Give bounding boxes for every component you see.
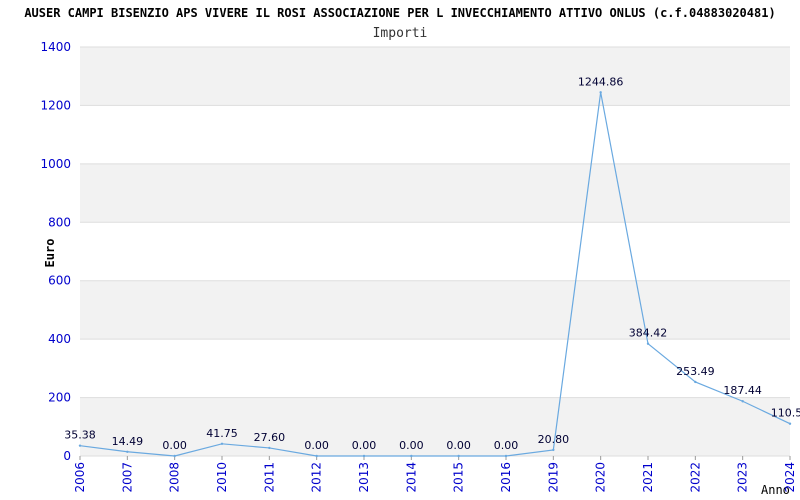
x-axis-ticks: 2006 2007 2008 2010 2011 2012 2013 2014 2015 2016… (73, 462, 797, 493)
data-label: 35.38 (64, 429, 96, 442)
data-point (504, 454, 508, 458)
data-point (315, 454, 318, 458)
data-point (268, 446, 271, 450)
data-label: 27.60 (254, 431, 286, 444)
x-tick-label: 2014 (404, 462, 418, 493)
x-tick-label: 2024 (783, 462, 797, 493)
data-point (78, 444, 82, 447)
x-tick-label: 2008 (168, 462, 182, 493)
data-label: 253.49 (676, 365, 715, 378)
y-tick-label: 800 (48, 215, 71, 229)
data-label: 0.00 (352, 439, 377, 452)
data-label: 41.75 (206, 427, 238, 440)
x-tick-label: 2019 (546, 462, 560, 493)
data-point (552, 448, 555, 452)
grid-band (80, 280, 790, 340)
y-tick-label: 1200 (40, 98, 71, 112)
grid-band (80, 163, 790, 223)
x-tick-label: 2007 (120, 462, 134, 493)
x-tick-label: 2010 (215, 462, 229, 493)
grid-lines (79, 46, 791, 460)
line-chart: AUSER CAMPI BISENZIO APS VIVERE IL ROSI … (24, 6, 800, 497)
y-tick-label: 200 (48, 391, 71, 405)
x-tick-label: 2012 (310, 462, 324, 493)
y-tick-label: 600 (48, 274, 71, 288)
data-label: 0.00 (399, 439, 424, 452)
data-point (220, 442, 224, 446)
data-point (646, 342, 650, 345)
chart-title: AUSER CAMPI BISENZIO APS VIVERE IL ROSI … (24, 6, 775, 20)
data-point (599, 91, 602, 94)
x-tick-label: 2015 (452, 462, 466, 493)
data-labels: 35.38 14.49 0.00 41.75 27.60 0.00 0.00 0.00 0.00… (64, 75, 800, 452)
y-tick-label: 0 (63, 449, 71, 463)
x-tick-label: 2023 (736, 462, 750, 493)
x-tick-label: 2021 (641, 462, 655, 493)
data-label: 0.00 (446, 439, 471, 452)
data-label: 187.44 (723, 384, 762, 397)
data-point (457, 454, 460, 458)
x-tick-label: 2020 (594, 462, 608, 493)
data-point (126, 450, 129, 453)
data-point (173, 454, 176, 458)
y-tick-label: 1000 (40, 157, 71, 171)
x-tick-label: 2016 (499, 462, 513, 493)
x-tick-label: 2006 (73, 462, 87, 493)
data-point (362, 454, 366, 458)
background-bands (80, 47, 790, 456)
data-point (788, 422, 792, 425)
x-tick-label: 2013 (357, 462, 371, 493)
data-label: 0.00 (494, 439, 519, 452)
y-tick-label: 400 (48, 332, 71, 346)
y-axis-label: Euro (43, 239, 57, 268)
data-point (741, 400, 744, 403)
data-point (694, 380, 697, 384)
data-label: 0.00 (304, 439, 329, 452)
chart-subtitle: Importi (373, 26, 428, 41)
data-label: 384.42 (629, 327, 668, 340)
data-label: 0.00 (162, 439, 187, 452)
grid-band (80, 47, 790, 106)
x-tick-label: 2011 (262, 462, 276, 493)
y-tick-label: 1400 (40, 40, 71, 54)
data-label: 20.80 (538, 433, 570, 446)
data-label: 110.57 (771, 407, 800, 420)
x-tick-label: 2022 (688, 462, 702, 493)
data-point (410, 454, 413, 458)
data-label: 14.49 (112, 435, 144, 448)
data-label: 1244.86 (578, 75, 624, 88)
